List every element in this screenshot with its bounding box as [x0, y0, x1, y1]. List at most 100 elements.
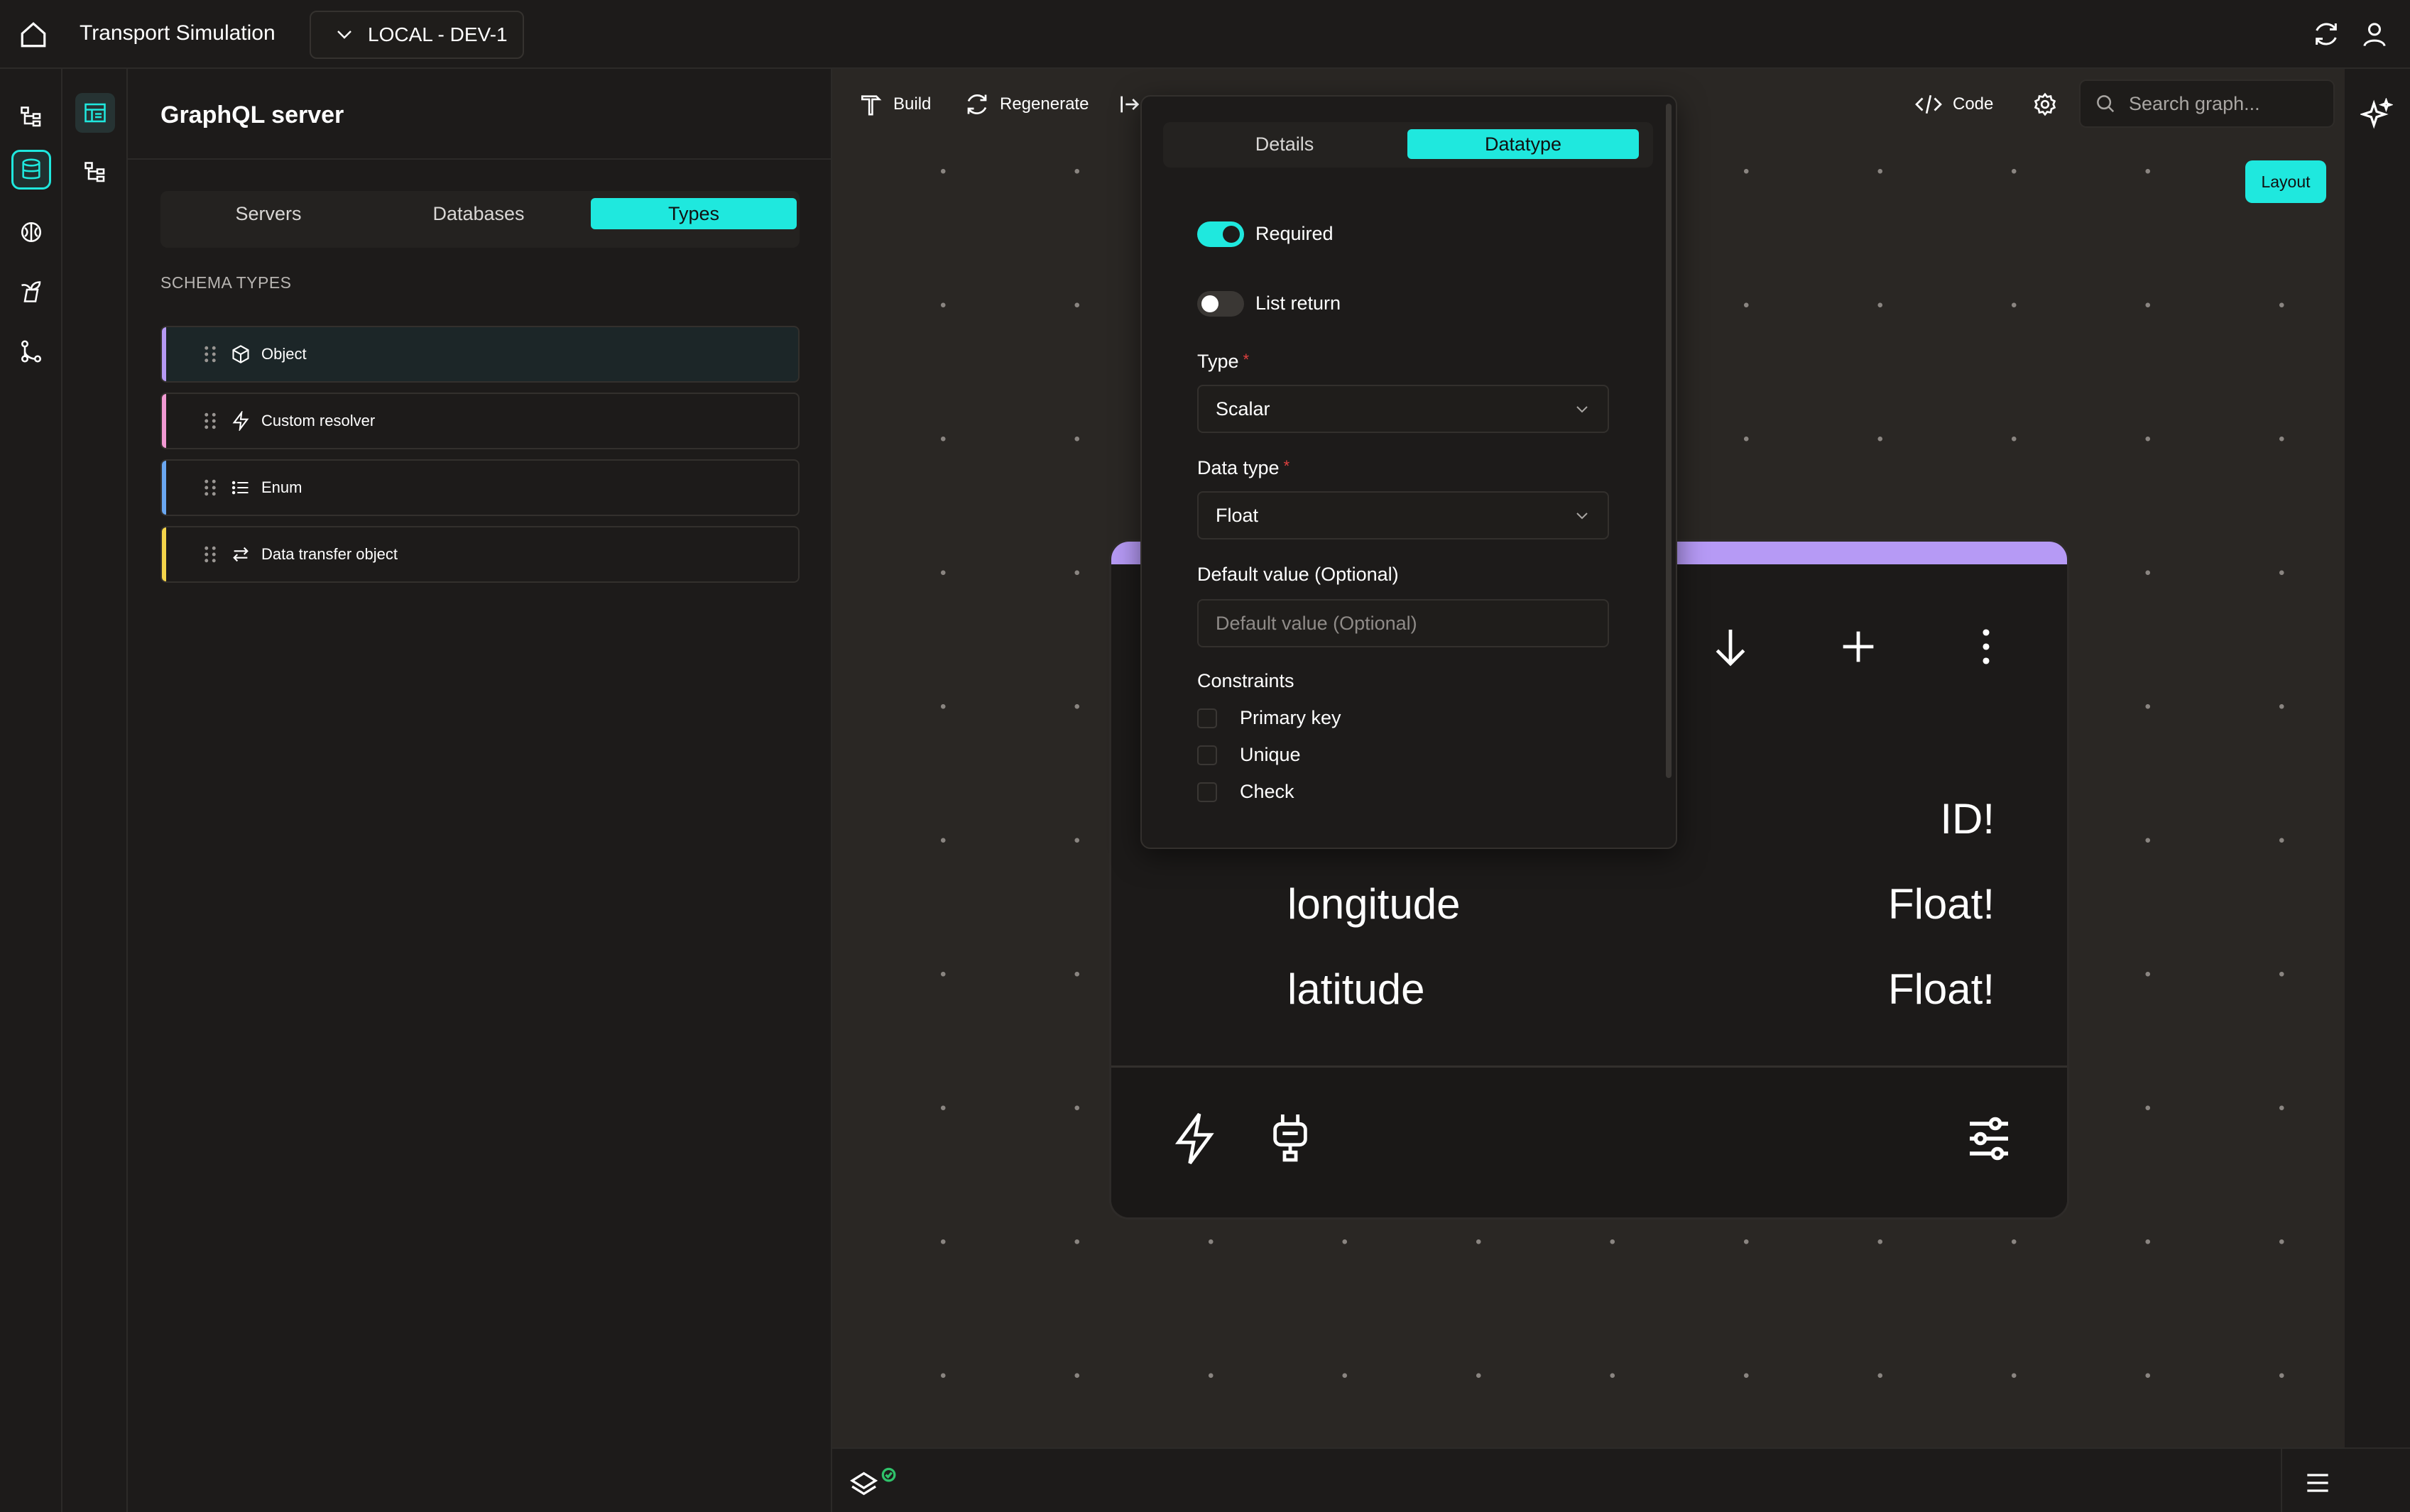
- node-footer: [1111, 1065, 2067, 1217]
- type-label-text: Type: [1197, 351, 1239, 372]
- layout-button[interactable]: Layout: [2245, 160, 2326, 203]
- search-graph-input[interactable]: Search graph...: [2079, 80, 2335, 128]
- list-icon: [229, 476, 253, 500]
- arrows-swap-icon: [229, 542, 253, 566]
- export-button[interactable]: [1118, 90, 1142, 119]
- git-branch-icon[interactable]: [11, 332, 51, 371]
- tab-details[interactable]: Details: [1170, 129, 1399, 159]
- required-asterisk: *: [1243, 351, 1250, 368]
- chevron-down-icon: [1576, 513, 1588, 520]
- plug-icon[interactable]: [1267, 1110, 1313, 1162]
- regenerate-button[interactable]: Regenerate: [964, 90, 1089, 119]
- hamburger-menu-icon[interactable]: [2302, 1467, 2333, 1499]
- code-label: Code: [1953, 94, 1994, 114]
- type-select-value: Scalar: [1216, 398, 1270, 420]
- panel-header: GraphQL server: [128, 69, 832, 160]
- code-button[interactable]: Code: [1914, 90, 1993, 119]
- type-item-enum[interactable]: Enum: [160, 459, 800, 516]
- regenerate-icon: [967, 94, 987, 114]
- lightning-icon: [229, 409, 253, 433]
- field-name[interactable]: longitude: [1287, 880, 1461, 928]
- tab-types[interactable]: Types: [591, 198, 797, 229]
- secondary-nav-rail: [62, 69, 128, 1512]
- arrow-down-icon[interactable]: [1708, 624, 1753, 669]
- tab-datatype[interactable]: Datatype: [1407, 129, 1639, 159]
- user-icon[interactable]: [2360, 20, 2389, 48]
- drag-handle-icon[interactable]: [202, 411, 219, 431]
- code-icon: [1915, 94, 1942, 114]
- popover-tab-bar: Details Datatype: [1163, 122, 1653, 168]
- field-type: ID!: [1940, 795, 1995, 843]
- type-label: Custom resolver: [261, 412, 376, 429]
- cube-icon: [229, 342, 253, 366]
- check-label: Check: [1240, 781, 1294, 802]
- popover-scrollbar[interactable]: [1666, 104, 1672, 778]
- field-editor-popover: Details Datatype Required List return Ty…: [1140, 95, 1677, 849]
- bottom-bar-divider: [2281, 1449, 2282, 1512]
- unique-label: Unique: [1240, 744, 1301, 765]
- plus-icon[interactable]: [1836, 624, 1881, 669]
- gear-icon: [2034, 92, 2056, 116]
- bottom-bar: [832, 1447, 2410, 1512]
- check-checkbox[interactable]: [1197, 782, 1217, 802]
- chevron-down-icon: [1576, 406, 1588, 413]
- hammer-icon: [861, 95, 882, 116]
- data-type-label-text: Data type: [1197, 457, 1280, 478]
- required-asterisk: *: [1283, 457, 1290, 475]
- type-color-bar: [162, 461, 166, 515]
- ai-sparkle-icon[interactable]: [2360, 98, 2393, 131]
- search-icon: [2097, 95, 2115, 113]
- drag-handle-icon[interactable]: [202, 344, 219, 364]
- refresh-icon[interactable]: [2312, 20, 2340, 48]
- constraints-label: Constraints: [1197, 670, 1294, 691]
- plant-icon[interactable]: [11, 272, 51, 312]
- type-item-data-transfer-object[interactable]: Data transfer object: [160, 526, 800, 583]
- data-type-select-value: Float: [1216, 504, 1259, 526]
- panel-tab-bar: Servers Databases Types: [160, 191, 800, 248]
- toggle-knob: [1201, 295, 1218, 312]
- top-bar: Transport Simulation LOCAL - DEV-1: [0, 0, 2410, 69]
- drag-handle-icon[interactable]: [202, 478, 219, 498]
- data-type-field-label: Data type *: [1197, 457, 1289, 479]
- search-placeholder: Search graph...: [2129, 92, 2260, 114]
- list-return-label: List return: [1255, 292, 1341, 314]
- home-icon[interactable]: [18, 20, 48, 50]
- build-button[interactable]: Build: [859, 90, 931, 119]
- layers-icon[interactable]: [849, 1467, 899, 1503]
- primary-nav-rail: [0, 69, 62, 1512]
- unique-checkbox[interactable]: [1197, 745, 1217, 765]
- primary-key-checkbox[interactable]: [1197, 708, 1217, 728]
- type-item-custom-resolver[interactable]: Custom resolver: [160, 393, 800, 449]
- brain-icon[interactable]: [11, 212, 51, 252]
- arrow-right-bar-icon: [1121, 96, 1140, 113]
- settings-button[interactable]: [2032, 90, 2058, 119]
- tree-structure-icon[interactable]: [11, 97, 51, 137]
- drag-handle-icon[interactable]: [202, 544, 219, 564]
- field-name[interactable]: latitude: [1287, 965, 1424, 1014]
- more-vertical-icon[interactable]: [1963, 624, 2009, 669]
- database-icon[interactable]: [11, 150, 51, 190]
- chevron-down-icon: [337, 31, 351, 39]
- type-label: Object: [261, 345, 307, 363]
- tab-databases[interactable]: Databases: [381, 198, 577, 229]
- default-value-input[interactable]: [1197, 599, 1609, 647]
- list-return-toggle[interactable]: [1197, 291, 1244, 317]
- type-label: Enum: [261, 478, 302, 496]
- graphql-dashboard-icon[interactable]: [75, 93, 115, 133]
- schema-tree-icon[interactable]: [75, 153, 115, 192]
- app-title: Transport Simulation: [80, 21, 276, 45]
- data-type-select[interactable]: Float: [1197, 491, 1609, 539]
- lightning-icon[interactable]: [1171, 1110, 1216, 1165]
- type-item-object[interactable]: Object: [160, 326, 800, 383]
- tab-servers[interactable]: Servers: [170, 198, 366, 229]
- type-field-label: Type *: [1197, 351, 1249, 373]
- panel-title: GraphQL server: [160, 102, 344, 128]
- type-select[interactable]: Scalar: [1197, 385, 1609, 433]
- toggle-knob: [1223, 226, 1240, 243]
- required-toggle[interactable]: [1197, 221, 1244, 247]
- sliders-icon[interactable]: [1963, 1113, 2009, 1161]
- primary-key-label: Primary key: [1240, 707, 1341, 728]
- environment-select[interactable]: LOCAL - DEV-1: [310, 11, 524, 59]
- field-type: Float!: [1887, 965, 1995, 1013]
- build-label: Build: [893, 94, 932, 114]
